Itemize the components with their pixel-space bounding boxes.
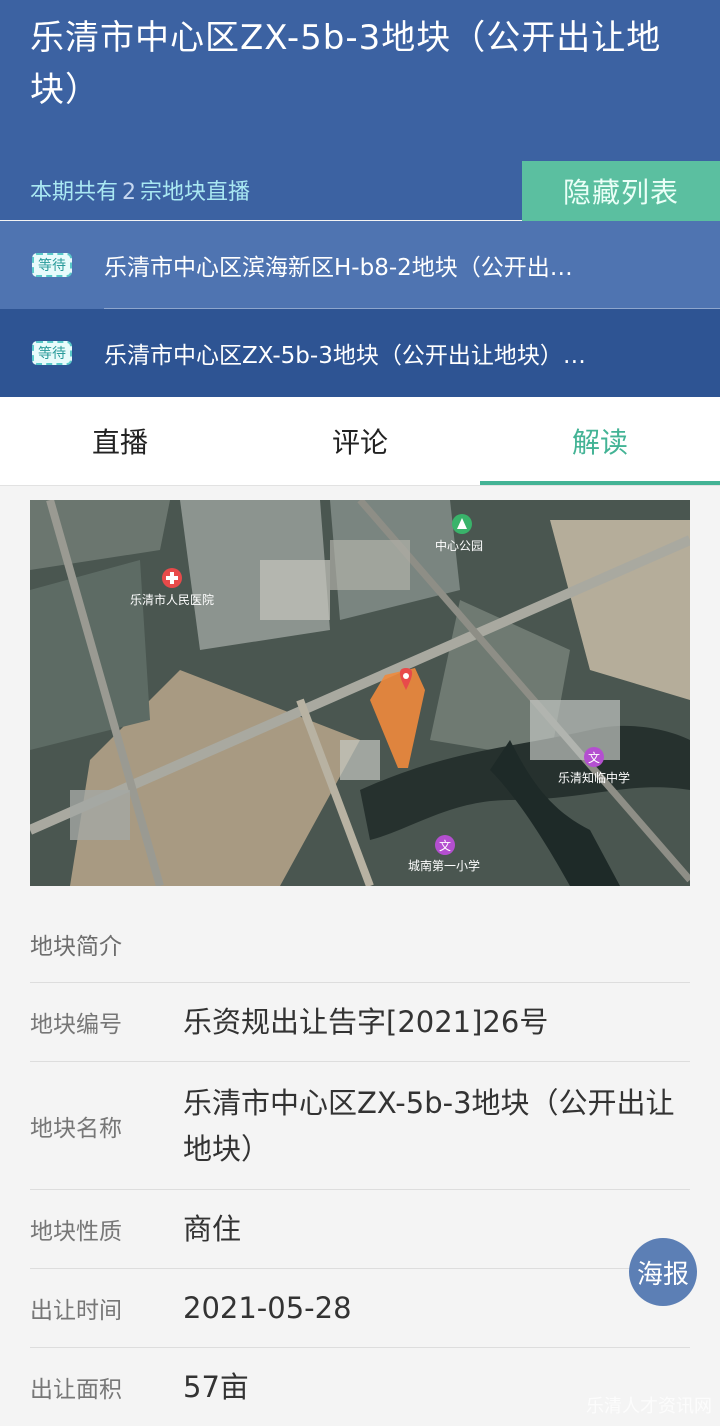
tab-comments[interactable]: 评论 bbox=[240, 397, 480, 485]
hide-list-button[interactable]: 隐藏列表 bbox=[522, 161, 720, 221]
info-value: 乐资规出让告字[2021]26号 bbox=[183, 1005, 549, 1039]
plot-label: 乐清市中心区滨海新区H-b8-2地块（公开出… bbox=[104, 255, 573, 281]
section-title: 地块简介 bbox=[30, 934, 122, 960]
info-label: 地块性质 bbox=[30, 1219, 122, 1245]
map-label-primary-school: 城南第一小学 bbox=[408, 858, 480, 873]
tab-interpretation[interactable]: 解读 bbox=[480, 397, 720, 485]
plot-label: 乐清市中心区ZX-5b-3地块（公开出让地块）… bbox=[104, 343, 586, 369]
plot-list-item[interactable]: 等待 乐清市中心区滨海新区H-b8-2地块（公开出… bbox=[0, 221, 720, 309]
school-icon: 文 bbox=[435, 835, 455, 855]
info-label: 地块名称 bbox=[30, 1115, 122, 1142]
watermark: 乐清人才资讯网 bbox=[586, 1396, 712, 1417]
svg-text:文: 文 bbox=[439, 838, 451, 853]
tab-bar: 直播 评论 解读 bbox=[0, 397, 720, 486]
info-row: 地块编号 乐资规出让告字[2021]26号 bbox=[30, 982, 690, 1061]
header: 乐清市中心区ZX-5b-3地块（公开出让地块） 本期共有 2 宗地块直播 隐藏列表 bbox=[0, 0, 720, 221]
poster-button[interactable]: 海报 bbox=[629, 1238, 697, 1306]
info-value: 乐清市中心区ZX-5b-3地块（公开出让地块） bbox=[183, 1085, 675, 1166]
svg-text:文: 文 bbox=[588, 750, 600, 765]
info-label: 出让时间 bbox=[30, 1298, 122, 1324]
info-row: 地块性质 商住 bbox=[30, 1189, 690, 1268]
count-prefix: 本期共有 bbox=[30, 180, 119, 205]
info-value: 商住 bbox=[183, 1212, 242, 1246]
map-label-middle-school: 乐清知临中学 bbox=[558, 770, 630, 785]
info-label: 出让面积 bbox=[30, 1377, 122, 1403]
waiting-badge: 等待 bbox=[32, 341, 72, 365]
map-label-hospital: 乐清市人民医院 bbox=[130, 592, 214, 607]
info-value: 2021-05-28 bbox=[183, 1291, 352, 1325]
park-icon bbox=[452, 514, 472, 534]
info-label: 地块编号 bbox=[30, 1012, 122, 1038]
page-title: 乐清市中心区ZX-5b-3地块（公开出让地块） bbox=[30, 18, 662, 110]
waiting-badge: 等待 bbox=[32, 253, 72, 277]
count-suffix: 宗地块直播 bbox=[140, 180, 251, 205]
info-row: 出让时间 2021-05-28 bbox=[30, 1268, 690, 1347]
hospital-icon bbox=[162, 568, 182, 588]
plot-info: 地块简介 地块编号 乐资规出让告字[2021]26号 地块名称 乐清市中心区ZX… bbox=[30, 900, 690, 1426]
school-icon: 文 bbox=[584, 747, 604, 767]
tab-live[interactable]: 直播 bbox=[0, 397, 240, 485]
map-label-park: 中心公园 bbox=[435, 538, 483, 553]
info-value: 57亩 bbox=[183, 1370, 249, 1404]
count-value: 2 bbox=[122, 180, 137, 205]
info-row: 地块名称 乐清市中心区ZX-5b-3地块（公开出让地块） bbox=[30, 1061, 690, 1189]
plot-list-item[interactable]: 等待 乐清市中心区ZX-5b-3地块（公开出让地块）… bbox=[0, 309, 720, 397]
satellite-map[interactable]: 中心公园 乐清市人民医院 文 乐清知临中学 文 城南第一小学 bbox=[30, 500, 690, 886]
map-canvas: 中心公园 乐清市人民医院 文 乐清知临中学 文 城南第一小学 bbox=[30, 500, 690, 886]
plot-count-text: 本期共有 2 宗地块直播 bbox=[30, 174, 250, 206]
